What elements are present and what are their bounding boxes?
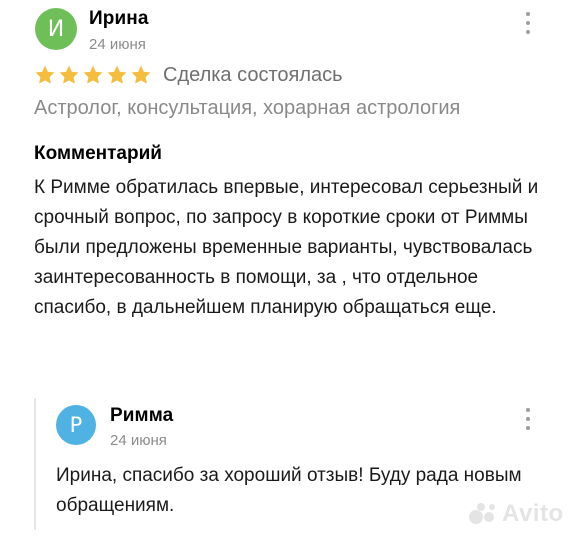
star-icon [107, 65, 127, 84]
more-options-icon[interactable] [521, 12, 535, 34]
rating-stars [34, 64, 152, 86]
avito-logo-icon [469, 503, 495, 524]
comment-heading: Комментарий [34, 143, 162, 164]
reply-date: 24 июня [110, 432, 167, 449]
avatar-initial: И [47, 16, 65, 42]
reply-text: Ирина, спасибо за хороший отзыв! Буду ра… [56, 465, 522, 516]
review-author-name[interactable]: Ирина [89, 8, 149, 30]
avatar-initial: Р [69, 413, 83, 437]
seller-avatar[interactable]: Р [56, 405, 96, 445]
service-category: Астролог, консультация, хорарная астроло… [34, 97, 461, 119]
deal-status: Сделка состоялась [163, 64, 343, 86]
watermark-text: Avito [502, 500, 564, 527]
avito-watermark: Avito [468, 500, 564, 528]
reply-divider [34, 398, 36, 530]
star-icon [59, 65, 79, 84]
avatar[interactable]: И [35, 8, 77, 50]
star-icon [131, 65, 151, 84]
star-icon [83, 65, 103, 84]
more-options-icon[interactable] [521, 408, 535, 430]
review-date: 24 июня [89, 36, 146, 53]
review-card: И Ирина 24 июня Сделка состоялась Астрол… [0, 0, 575, 540]
star-icon [35, 65, 55, 84]
comment-text: К Римме обратилась впервые, интересовал … [34, 177, 539, 318]
reply-author-name[interactable]: Римма [110, 405, 173, 427]
